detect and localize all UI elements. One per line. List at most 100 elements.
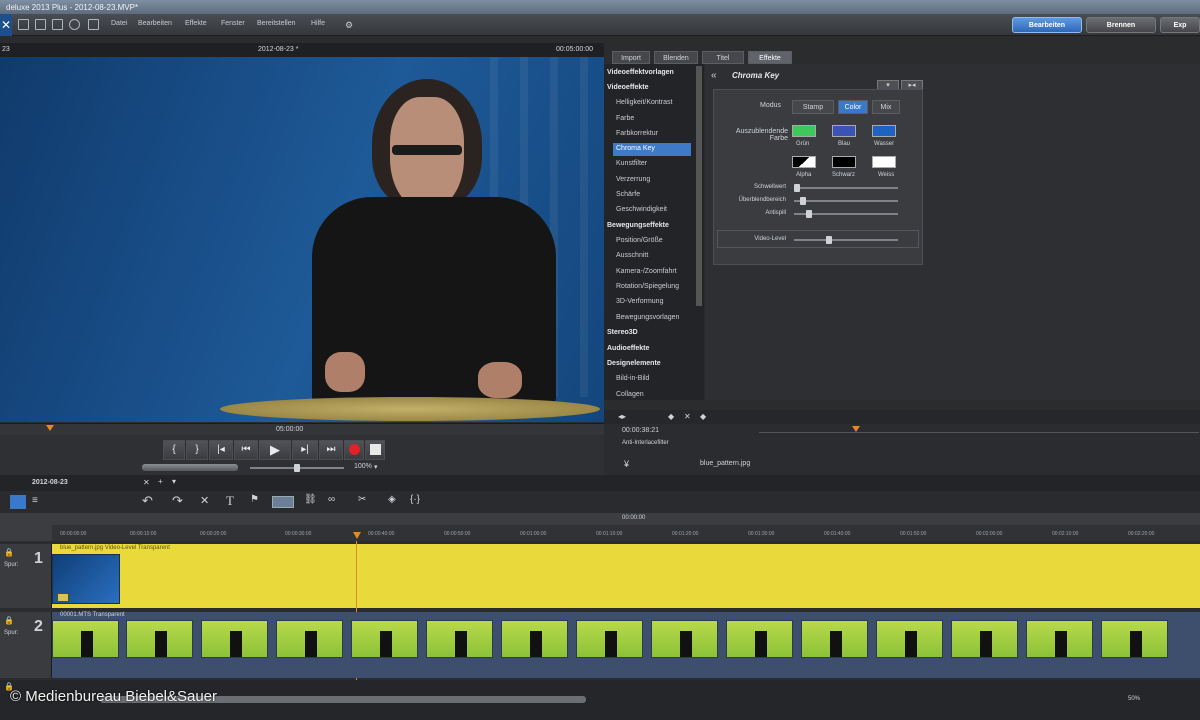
unlink-icon[interactable]: ∞ bbox=[328, 494, 335, 505]
new-file-icon[interactable] bbox=[18, 19, 29, 30]
effect-item[interactable]: Bild-in-Bild bbox=[616, 375, 649, 382]
effect-item[interactable]: 3D-Verformung bbox=[616, 298, 663, 305]
jog-shuttle[interactable] bbox=[142, 464, 238, 471]
eraser-icon[interactable]: ◈ bbox=[388, 494, 396, 505]
tab-effects[interactable]: Effekte bbox=[748, 51, 792, 64]
category-motion-effects[interactable]: Bewegungseffekte bbox=[607, 222, 669, 229]
slider-video-level[interactable] bbox=[794, 236, 898, 244]
menu-fenster[interactable]: Fenster bbox=[221, 20, 245, 27]
project-tab[interactable]: 2012-08-23 bbox=[32, 479, 68, 486]
tools-icon[interactable] bbox=[88, 19, 99, 30]
mode-export-button[interactable]: Exp bbox=[1160, 17, 1200, 33]
playhead-marker-icon[interactable] bbox=[46, 425, 54, 431]
back-icon[interactable]: « bbox=[711, 70, 717, 81]
zoom-dropdown-icon[interactable]: ▾ bbox=[374, 463, 378, 471]
effect-item[interactable]: Geschwindigkeit bbox=[616, 206, 667, 213]
menu-bereitstellen[interactable]: Bereitstellen bbox=[257, 20, 296, 27]
menu-effekte[interactable]: Effekte bbox=[185, 20, 207, 27]
prev-marker-button[interactable]: |◂ bbox=[209, 440, 233, 460]
effect-item[interactable]: Rotation/Spiegelung bbox=[616, 283, 679, 290]
open-folder-icon[interactable] bbox=[35, 19, 46, 30]
slider-blend-knob[interactable] bbox=[800, 197, 806, 205]
preview-ruler[interactable]: 05:00:00 bbox=[0, 423, 604, 435]
go-end-button[interactable]: ⏭ bbox=[319, 440, 343, 460]
slider-video-level-knob[interactable] bbox=[826, 236, 832, 244]
track-head-2[interactable]: 🔒 Spur: 2 bbox=[0, 612, 52, 678]
delete-icon[interactable]: ✕ bbox=[200, 494, 209, 507]
menu-datei[interactable]: Datei bbox=[111, 20, 127, 27]
category-stereo3d[interactable]: Stereo3D bbox=[607, 329, 638, 336]
add-keyframe-icon[interactable]: ◆ bbox=[668, 412, 674, 421]
effect-item[interactable]: Kamera-/Zoomfahrt bbox=[616, 268, 677, 275]
mark-in-button[interactable]: { bbox=[163, 440, 185, 460]
effect-curve-icon[interactable]: {·} bbox=[410, 494, 420, 505]
effect-item[interactable]: Schärfe bbox=[616, 191, 640, 198]
effect-item[interactable]: Verzerrung bbox=[616, 176, 650, 183]
undo-icon[interactable]: ↶ bbox=[142, 493, 153, 509]
tab-import[interactable]: Import bbox=[612, 51, 650, 64]
timeline-playhead-icon[interactable] bbox=[353, 532, 361, 539]
prev-keyframe-icon[interactable]: ◂▸ bbox=[618, 412, 626, 421]
slider-antispill[interactable] bbox=[794, 210, 898, 218]
mode-color-button[interactable]: Color bbox=[838, 100, 868, 114]
effect-item[interactable]: Helligkeit/Kontrast bbox=[616, 99, 672, 106]
stop-button[interactable] bbox=[365, 440, 385, 460]
zoom-slider-knob[interactable] bbox=[294, 464, 300, 472]
effect-item[interactable]: Kunstfilter bbox=[616, 160, 647, 167]
close-tab-icon[interactable]: ✕ bbox=[143, 478, 150, 487]
category-video-effects[interactable]: Videoeffekte bbox=[607, 84, 649, 91]
category-audio-effects[interactable]: Audioeffekte bbox=[607, 345, 649, 352]
swatch-alpha[interactable] bbox=[792, 156, 816, 168]
next-marker-button[interactable]: ▸| bbox=[292, 440, 318, 460]
slider-threshold[interactable] bbox=[794, 184, 898, 192]
menu-hilfe[interactable]: Hilfe bbox=[311, 20, 325, 27]
delete-keyframe-icon[interactable]: ✕ bbox=[684, 412, 691, 421]
timeline-ruler[interactable]: 00:00:00 00:00:00:00 00:00:10:00 00:00:2… bbox=[0, 513, 1200, 541]
zoom-slider[interactable] bbox=[250, 464, 344, 472]
effect-playhead-icon[interactable] bbox=[852, 426, 860, 432]
mode-edit-button[interactable]: Bearbeiten bbox=[1012, 17, 1082, 33]
collapse-icon[interactable]: ¥ bbox=[624, 459, 629, 469]
track-head-1[interactable]: 🔒 Spur: 1 bbox=[0, 544, 52, 608]
swatch-green[interactable] bbox=[792, 125, 816, 137]
category-design-elements[interactable]: Designelemente bbox=[607, 360, 661, 367]
tab-fades[interactable]: Blenden bbox=[654, 51, 698, 64]
menu-bearbeiten[interactable]: Bearbeiten bbox=[138, 20, 172, 27]
timeline-view-icon[interactable] bbox=[10, 495, 26, 509]
link-icon[interactable]: ⛓ bbox=[304, 494, 317, 505]
slider-threshold-knob[interactable] bbox=[794, 184, 800, 192]
add-tab-icon[interactable]: + bbox=[158, 477, 163, 486]
effect-item[interactable]: Collagen bbox=[616, 391, 644, 398]
help-icon[interactable]: ⚙ bbox=[345, 20, 353, 31]
mode-stamp-button[interactable]: Stamp bbox=[792, 100, 834, 114]
next-keyframe-icon[interactable]: ◆ bbox=[700, 412, 706, 421]
slider-blend[interactable] bbox=[794, 197, 898, 205]
mark-out-button[interactable]: } bbox=[186, 440, 208, 460]
play-button[interactable]: ▶ bbox=[259, 440, 291, 460]
record-button[interactable] bbox=[344, 440, 364, 460]
cut-icon[interactable]: ✂ bbox=[358, 494, 366, 505]
effects-scrollbar[interactable] bbox=[696, 66, 702, 306]
track-2-clip[interactable]: 00001.MTS Transparent bbox=[52, 612, 1200, 678]
lock-icon[interactable]: 🔒 bbox=[4, 616, 14, 625]
effect-item[interactable]: Position/Größe bbox=[616, 237, 663, 244]
swatch-water[interactable] bbox=[872, 125, 896, 137]
effect-item[interactable]: Farbkorrektur bbox=[616, 130, 658, 137]
swatch-white[interactable] bbox=[872, 156, 896, 168]
redo-icon[interactable]: ↷ bbox=[172, 493, 183, 509]
swatch-black[interactable] bbox=[832, 156, 856, 168]
track-1-clip[interactable]: blue_pattern.jpg Video-Level Transparent bbox=[52, 544, 1200, 608]
save-icon[interactable] bbox=[52, 19, 63, 30]
video-preview[interactable] bbox=[0, 57, 604, 422]
title-icon[interactable]: T bbox=[226, 493, 234, 509]
mode-mix-button[interactable]: Mix bbox=[872, 100, 900, 114]
effect-item[interactable]: Ausschnitt bbox=[616, 252, 648, 259]
go-start-button[interactable]: ⏮ bbox=[234, 440, 258, 460]
effect-item[interactable]: Farbe bbox=[616, 115, 634, 122]
tab-menu-icon[interactable]: ▾ bbox=[172, 477, 176, 486]
mode-icon[interactable] bbox=[272, 496, 294, 508]
mode-burn-button[interactable]: Brennen bbox=[1086, 17, 1156, 33]
category-video-templates[interactable]: Videoeffektvorlagen bbox=[607, 69, 674, 76]
effect-item[interactable]: Bewegungsvorlagen bbox=[616, 314, 679, 321]
timeline-zoom[interactable]: 50% bbox=[1128, 696, 1140, 702]
